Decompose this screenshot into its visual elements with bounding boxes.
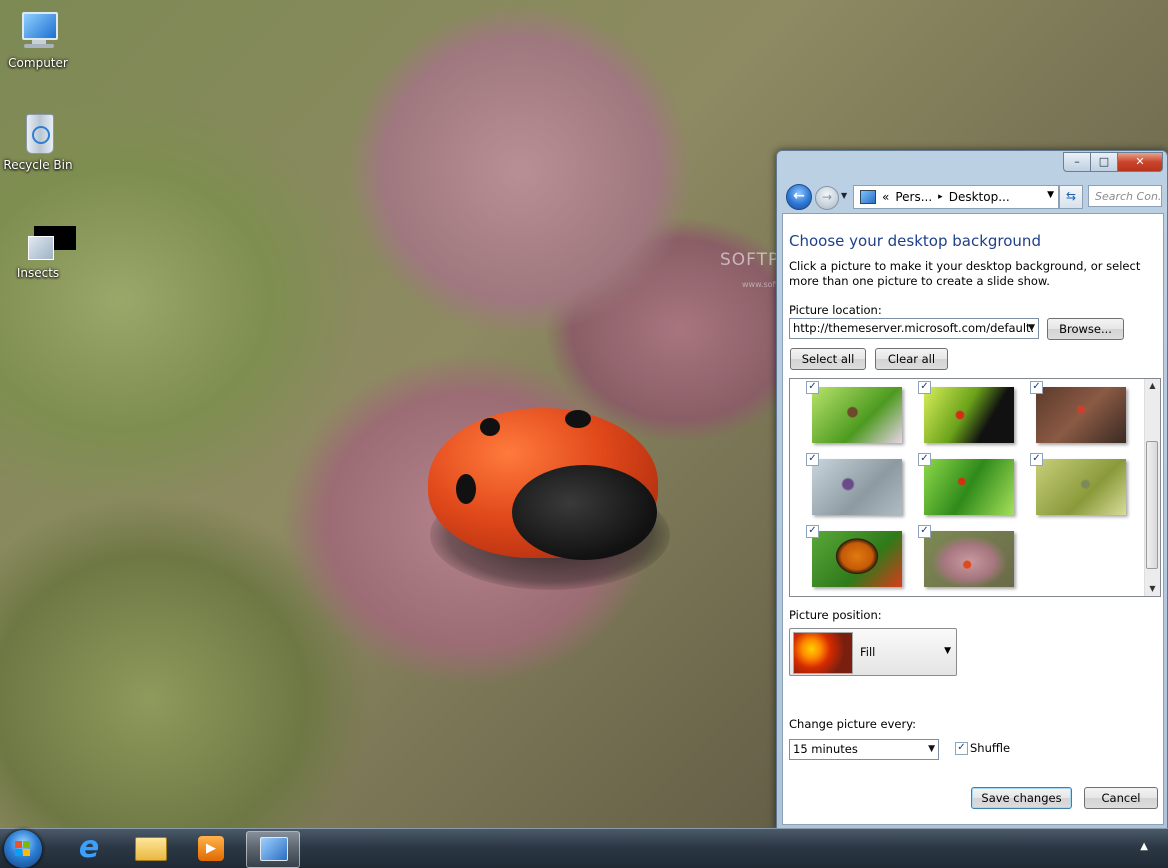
desktop-background-window: – □ ✕ ← → ▼ « Pers... ▸ Desktop... ▼ ⇆ S… [776, 150, 1168, 829]
change-interval-select[interactable]: 15 minutes ▼ [789, 739, 939, 760]
folder-icon [135, 837, 167, 861]
theme-file-icon [14, 220, 76, 264]
thumbnail-checkbox[interactable]: ✓ [806, 525, 819, 538]
desktop-icon-recycle-bin[interactable]: Recycle Bin [0, 112, 76, 172]
windows-logo-icon [15, 841, 31, 857]
control-panel-icon [260, 837, 288, 861]
thumbnail-image [924, 387, 1014, 443]
thumb-dragonfly-green[interactable]: ✓ [1030, 453, 1132, 521]
windows-explorer-taskbar-button[interactable] [124, 831, 176, 866]
gallery-scrollbar[interactable]: ▲ ▼ [1144, 379, 1160, 596]
desktop-icon-label: Recycle Bin [3, 158, 73, 172]
internet-explorer-taskbar-button[interactable]: e [63, 831, 115, 866]
start-button[interactable] [4, 830, 42, 868]
scrollbar-thumb[interactable] [1146, 441, 1158, 569]
ladybug-spot [456, 474, 476, 504]
forward-button[interactable]: → [815, 186, 839, 210]
breadcrumb-personalization[interactable]: Pers... [895, 190, 932, 204]
cancel-button[interactable]: Cancel [1084, 787, 1158, 809]
recent-pages-chevron-down-icon[interactable]: ▼ [841, 191, 847, 200]
thumbnail-image [812, 531, 902, 587]
control-panel-icon [860, 190, 876, 204]
taskbar: e ▶ ▲ [0, 828, 1168, 868]
picture-position-value: Fill [860, 645, 876, 659]
address-overflow-chevrons[interactable]: « [882, 190, 889, 204]
maximize-button[interactable]: □ [1090, 152, 1118, 172]
change-interval-value: 15 minutes [793, 742, 858, 756]
desktop-icon-insects[interactable]: Insects [0, 220, 76, 280]
thumbnail-image [1036, 459, 1126, 515]
select-all-button[interactable]: Select all [790, 348, 866, 370]
chevron-down-icon: ▼ [928, 744, 935, 754]
refresh-icon[interactable]: ⇆ [1059, 185, 1083, 209]
thumbnail-checkbox[interactable]: ✓ [918, 381, 931, 394]
close-button[interactable]: ✕ [1117, 152, 1163, 172]
thumb-ladybug-on-petal[interactable]: ✓ [918, 525, 1020, 593]
picture-location-select[interactable]: http://themeserver.microsoft.com/default… [789, 318, 1039, 339]
thumbnail-image [1036, 387, 1126, 443]
chevron-down-icon: ▼ [1028, 323, 1035, 333]
thumb-ladybug-on-grass[interactable]: ✓ [918, 453, 1020, 521]
show-hidden-icons-arrow[interactable]: ▲ [1140, 841, 1148, 852]
chevron-down-icon: ▼ [944, 646, 951, 656]
thumb-monarch-butterfly[interactable]: ✓ [806, 525, 908, 593]
thumbnail-checkbox[interactable]: ✓ [918, 525, 931, 538]
search-input[interactable]: Search Con... [1088, 185, 1162, 207]
thumbnail-image [812, 387, 902, 443]
desktop-icon-label: Computer [8, 56, 68, 70]
thumbnail-image [924, 459, 1014, 515]
thumb-dragonfly-red[interactable]: ✓ [1030, 381, 1132, 449]
ladybug-spot [565, 410, 591, 428]
content-pane: Choose your desktop background Click a p… [782, 213, 1164, 825]
minimize-button[interactable]: – [1063, 152, 1091, 172]
computer-icon [14, 10, 62, 54]
scroll-up-icon[interactable]: ▲ [1145, 379, 1160, 393]
browse-button[interactable]: Browse... [1047, 318, 1124, 340]
picture-location-label: Picture location: [789, 303, 882, 317]
picture-location-value: http://themeserver.microsoft.com/default… [793, 321, 1035, 335]
thumbnail-image [924, 531, 1014, 587]
page-description: Click a picture to make it your desktop … [789, 259, 1141, 288]
breadcrumb-desktop-background[interactable]: Desktop... [949, 190, 1010, 204]
thumbnail-checkbox[interactable]: ✓ [1030, 381, 1043, 394]
desktop-icon-computer[interactable]: Computer [0, 10, 76, 70]
media-player-icon: ▶ [198, 836, 224, 861]
shuffle-label: Shuffle [970, 741, 1011, 755]
ladybug-spot [480, 418, 500, 436]
save-changes-button[interactable]: Save changes [971, 787, 1072, 809]
picture-gallery[interactable]: ✓ ✓ ✓ ✓ ✓ ✓ ✓ ✓ ▲ ▼ [789, 378, 1161, 597]
scroll-down-icon[interactable]: ▼ [1145, 582, 1160, 596]
media-player-taskbar-button[interactable]: ▶ [185, 831, 237, 866]
address-dropdown-icon[interactable]: ▼ [1047, 190, 1054, 200]
breadcrumb-separator-icon: ▸ [938, 192, 943, 202]
address-bar[interactable]: « Pers... ▸ Desktop... ▼ [853, 185, 1059, 209]
thumb-spider-on-leaf[interactable]: ✓ [918, 381, 1020, 449]
clear-all-button[interactable]: Clear all [875, 348, 948, 370]
thumbnail-checkbox[interactable]: ✓ [806, 381, 819, 394]
wallpaper-ladybug-head [512, 465, 657, 560]
page-title: Choose your desktop background [789, 232, 1041, 250]
change-picture-label: Change picture every: [789, 717, 917, 731]
internet-explorer-icon: e [78, 830, 100, 865]
caption-buttons: – □ ✕ [1063, 152, 1163, 172]
picture-position-select[interactable]: Fill ▼ [789, 628, 957, 676]
recycle-bin-icon [14, 112, 62, 156]
back-button[interactable]: ← [786, 184, 812, 210]
position-preview-image [793, 632, 853, 674]
thumb-bee-on-flower[interactable]: ✓ [806, 453, 908, 521]
thumbnail-checkbox[interactable]: ✓ [806, 453, 819, 466]
thumbnail-checkbox[interactable]: ✓ [1030, 453, 1043, 466]
desktop-icon-label: Insects [16, 266, 60, 280]
thumb-insect-on-leaf[interactable]: ✓ [806, 381, 908, 449]
thumbnail-checkbox[interactable]: ✓ [918, 453, 931, 466]
thumbnail-image [812, 459, 902, 515]
personalization-taskbar-button[interactable] [246, 831, 300, 868]
picture-position-label: Picture position: [789, 608, 882, 622]
shuffle-checkbox[interactable]: ✓ [955, 742, 968, 755]
